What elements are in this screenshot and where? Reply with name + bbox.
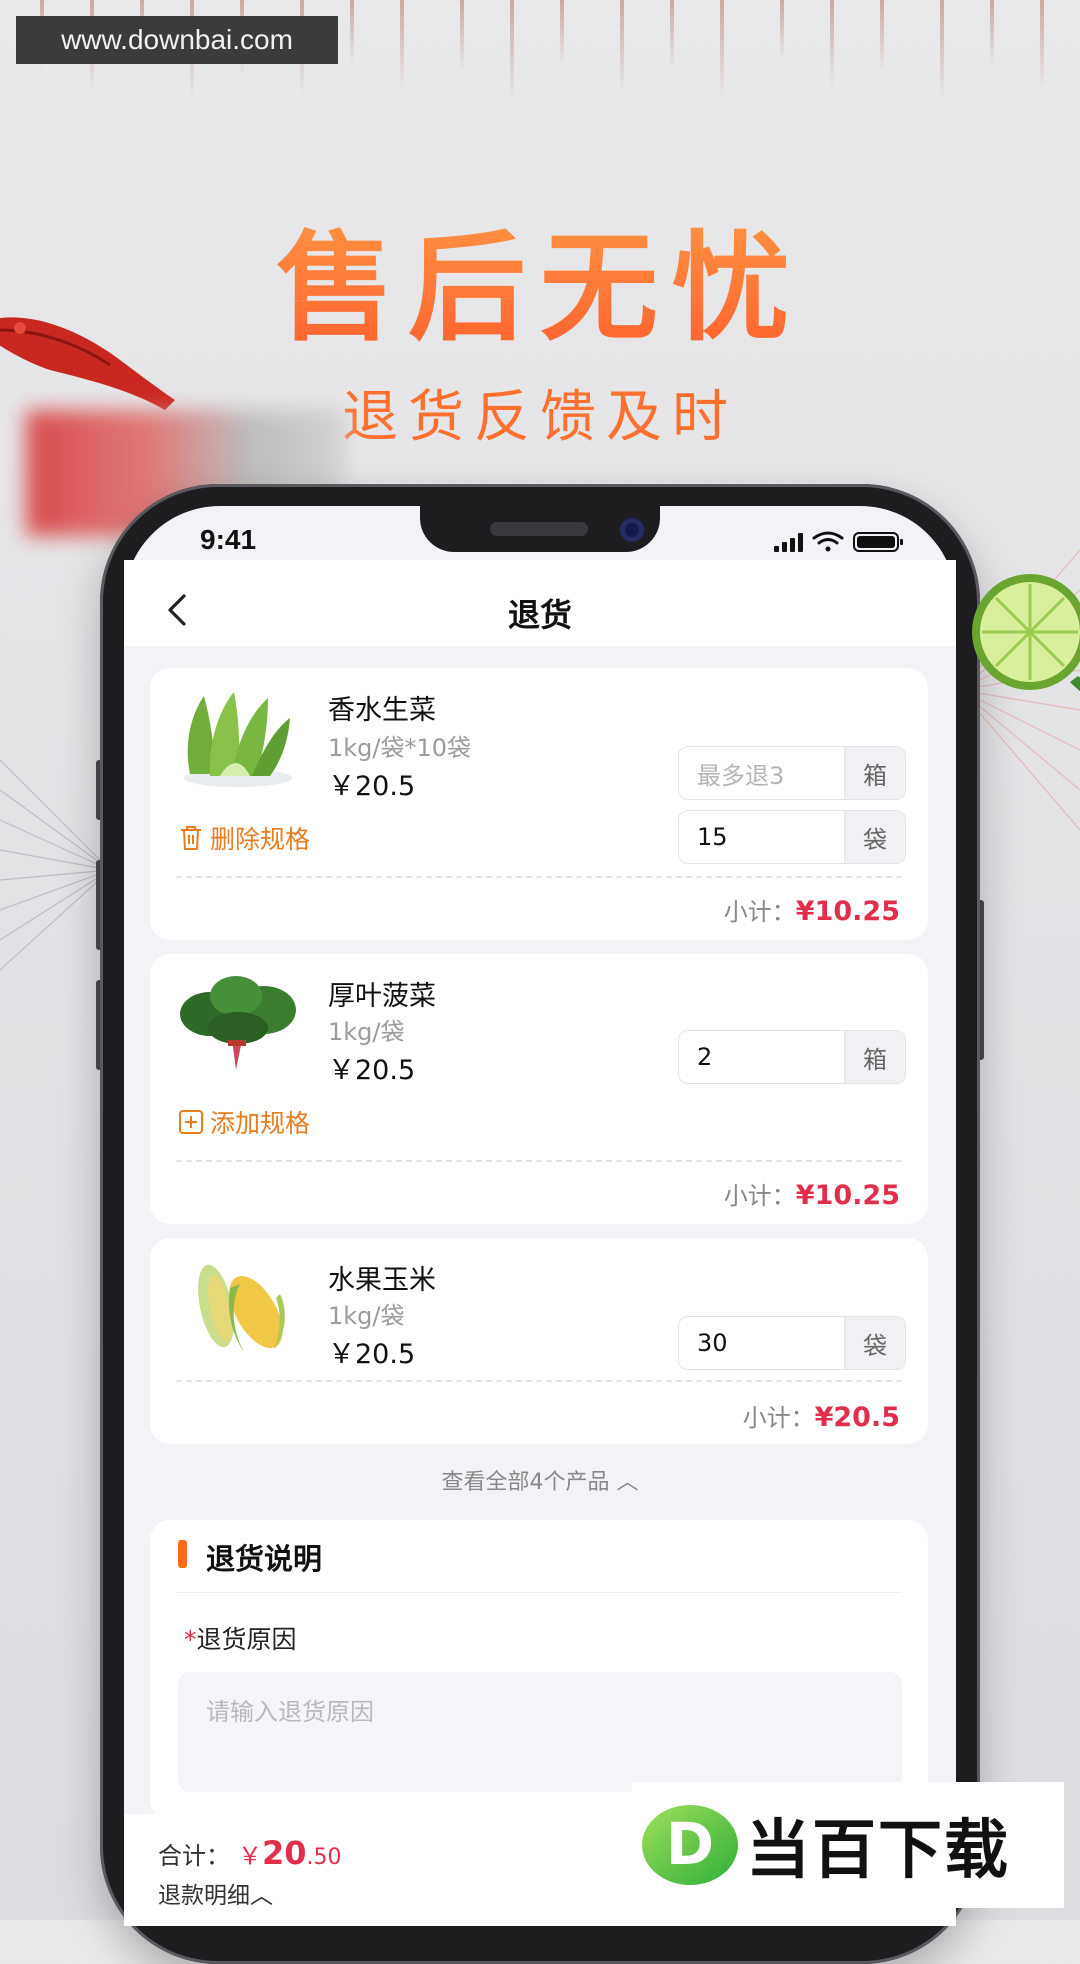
status-time: 9:41	[200, 524, 257, 555]
brand-letter: D	[666, 1810, 714, 1878]
add-spec-label: 添加规格	[210, 1109, 311, 1138]
signal-icon	[774, 533, 803, 552]
quantity-input-bag[interactable]: 30 袋	[678, 1316, 906, 1370]
reason-label: *退货原因	[184, 1620, 297, 1656]
corn-image	[170, 1254, 306, 1358]
section-title: 退货说明	[206, 1542, 323, 1576]
subtotal-value: ¥10.25	[795, 896, 900, 927]
unit-label: 袋	[844, 1317, 905, 1369]
unit-label: 袋	[844, 811, 905, 863]
quantity-value[interactable]: 2	[679, 1031, 844, 1083]
quantity-placeholder[interactable]: 最多退3	[679, 747, 844, 799]
lettuce-image	[170, 686, 306, 790]
divider	[176, 1160, 902, 1162]
product-name: 厚叶菠菜	[328, 981, 436, 1012]
brand-watermark: D 当百下载	[632, 1782, 1064, 1908]
required-mark: *	[184, 1625, 197, 1654]
product-name: 香水生菜	[328, 695, 436, 726]
status-icons	[774, 531, 903, 552]
total-amount: 合计： ￥ 20 .50	[158, 1834, 342, 1872]
product-price: ￥20.5	[328, 1055, 416, 1086]
quantity-value[interactable]: 30	[679, 1317, 844, 1369]
unit-label: 箱	[844, 1031, 905, 1083]
reason-label-text: 退货原因	[196, 1625, 297, 1654]
quantity-input-box[interactable]: 最多退3 箱	[678, 746, 906, 800]
product-spec: 1kg/袋*10袋	[328, 734, 472, 762]
add-spec-button[interactable]: 添加规格	[178, 1104, 310, 1140]
lime-decor-icon	[972, 574, 1080, 692]
subtotal: 小计：¥10.25	[500, 892, 900, 927]
currency-symbol: ￥	[238, 1842, 262, 1870]
total-integer: 20	[262, 1834, 307, 1872]
trash-icon	[181, 826, 201, 850]
quantity-input-box[interactable]: 2 箱	[678, 1030, 906, 1084]
wifi-icon	[812, 531, 844, 552]
divider	[176, 1380, 902, 1382]
delete-spec-button[interactable]: 删除规格	[178, 820, 310, 856]
subtotal-value: ¥10.25	[795, 1180, 900, 1211]
total-label: 合计：	[158, 1842, 230, 1870]
subtotal-label: 小计：	[742, 1404, 815, 1432]
unit-label: 箱	[844, 747, 905, 799]
reason-placeholder: 请输入退货原因	[206, 1698, 374, 1726]
total-decimal: .50	[306, 1845, 342, 1870]
battery-icon	[853, 532, 903, 552]
delete-spec-label: 删除规格	[210, 825, 311, 854]
page-title: 退货	[507, 596, 572, 634]
site-watermark: www.downbai.com	[16, 16, 338, 64]
divider	[176, 1592, 902, 1593]
reason-textarea[interactable]	[178, 1672, 902, 1792]
brand-logo-icon: D	[642, 1805, 738, 1885]
earpiece-speaker	[490, 522, 588, 536]
product-spec: 1kg/袋	[328, 1018, 405, 1046]
subtotal: 小计：¥10.25	[500, 1176, 900, 1211]
decor-fan-lines-left	[0, 760, 110, 971]
product-name: 水果玉米	[328, 1265, 436, 1296]
divider	[176, 876, 902, 878]
spinach-image	[170, 970, 306, 1074]
quantity-input-bag[interactable]: 15 袋	[678, 810, 906, 864]
subtotal-value: ¥20.5	[814, 1402, 900, 1433]
product-price: ￥20.5	[328, 1339, 416, 1370]
quantity-value[interactable]: 15	[679, 811, 844, 863]
subtotal-label: 小计：	[723, 898, 796, 926]
crayfish-decor-icon	[0, 317, 175, 410]
product-spec: 1kg/袋	[328, 1302, 405, 1330]
plus-square-icon	[179, 1110, 203, 1134]
view-all-products-link[interactable]: 查看全部4个产品 ︿	[124, 1464, 956, 1496]
brand-name: 当百下载	[746, 1814, 1010, 1888]
front-camera	[620, 518, 644, 542]
subtotal: 小计：¥20.5	[500, 1398, 900, 1433]
section-marker	[178, 1540, 187, 1568]
product-price: ￥20.5	[328, 771, 416, 802]
subtotal-label: 小计：	[723, 1182, 796, 1210]
refund-detail-link[interactable]: 退款明细︿	[158, 1876, 273, 1910]
